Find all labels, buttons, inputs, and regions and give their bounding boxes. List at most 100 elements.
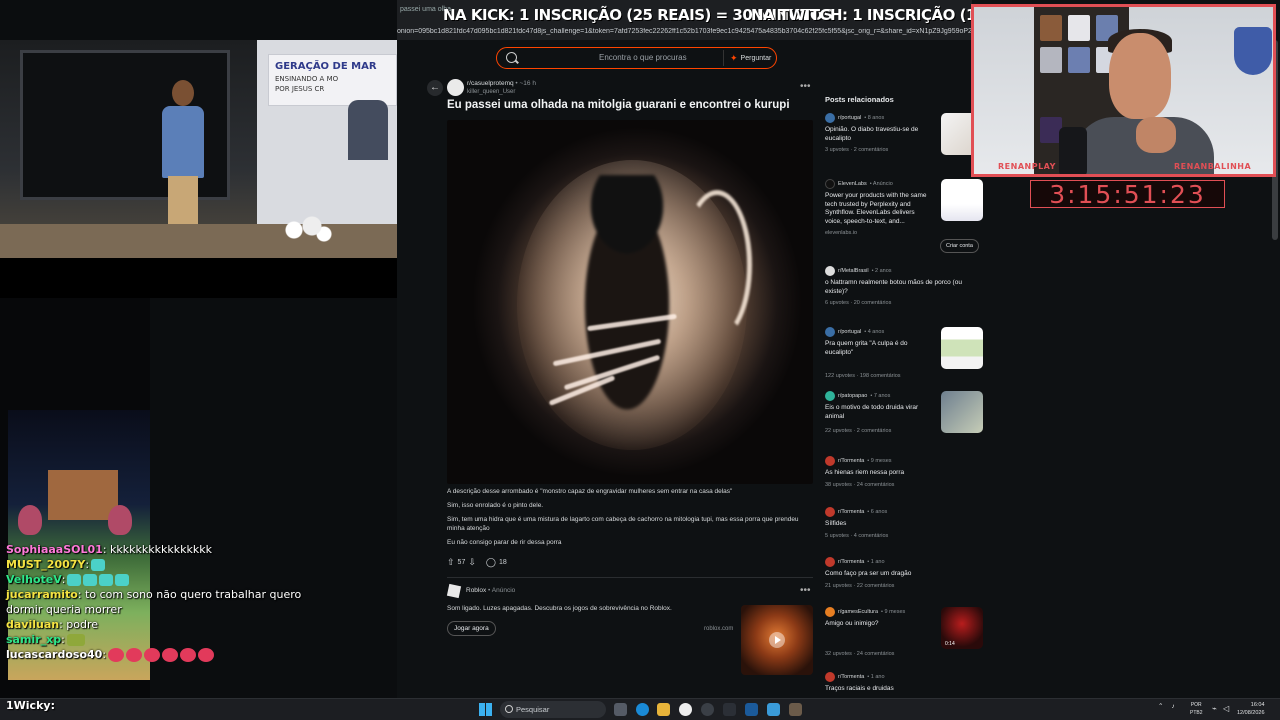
related-sub[interactable]: r/Tormenta [838, 509, 864, 515]
post-image[interactable] [447, 120, 813, 484]
related-title[interactable]: Eis o motivo de todo druida virar animal [825, 404, 933, 421]
url-text[interactable]: onion=095bc1d821fdc47d095bc1d821fdc47d8j… [397, 28, 972, 35]
related-post[interactable]: r/portugal • 8 anos Opinião. O diabo trav… [825, 113, 985, 155]
related-sub[interactable]: r/Tormenta [838, 559, 864, 565]
post-title: Eu passei uma olhada na mitolgia guarani… [447, 99, 790, 111]
related-sub[interactable]: r/patopapao [838, 393, 867, 399]
related-sub[interactable]: ElevenLabs [838, 181, 867, 187]
related-thumbnail[interactable] [941, 391, 983, 433]
upvote-icon[interactable]: ⇧ [447, 557, 455, 568]
windows-start-icon[interactable] [479, 703, 492, 716]
search-placeholder[interactable]: Encontra o que procuras [599, 53, 687, 62]
related-post[interactable]: r/Tormenta • 9 meses As hienas riem nessa… [825, 456, 985, 488]
related-sub[interactable]: r/MetalBrasil [838, 268, 869, 274]
related-sub[interactable]: r/Tormenta [838, 458, 864, 464]
back-arrow-icon[interactable]: ← [427, 80, 443, 96]
ask-button[interactable]: ✦ Perguntar [723, 50, 777, 66]
chat-user: jucarramito [6, 588, 78, 601]
more-options-icon[interactable]: ••• [800, 81, 811, 92]
subreddit-link[interactable]: r/casuelprotemq [467, 80, 514, 87]
emote-icon [180, 648, 197, 662]
roblox-logo[interactable] [446, 583, 462, 599]
downvote-icon[interactable]: ⇩ [468, 557, 476, 568]
chevron-up-icon[interactable]: ⌃ [1158, 702, 1163, 710]
related-title[interactable]: Power your products with the same tech t… [825, 192, 933, 226]
clock[interactable]: 16:04 12/08/2026 [1237, 701, 1265, 717]
chat-text: : [61, 633, 65, 646]
ad-name[interactable]: Roblox [466, 587, 486, 594]
kurupi-creature [567, 175, 687, 435]
language-indicator[interactable]: POR PTB2 [1190, 701, 1203, 717]
chat-user: lucascardoso40 [6, 648, 103, 661]
volume-icon[interactable]: ◁ [1223, 704, 1229, 713]
related-post[interactable]: r/Tormenta • 1 ano Como faço pra ser um d… [825, 557, 985, 589]
banner-line-1: GERAÇÃO DE MAR [275, 61, 377, 72]
related-post[interactable]: r/Tormenta • 1 ano Traços raciais e druid… [825, 672, 985, 694]
related-sub[interactable]: r/Tormenta [838, 674, 864, 680]
post-author[interactable]: killer_queen_User [467, 89, 515, 95]
chrome-icon[interactable] [679, 703, 692, 716]
related-age: • 6 anos [867, 509, 888, 515]
related-age: • 2 anos [871, 268, 892, 274]
related-post[interactable]: r/Tormenta • 6 anos Sílfides 5 upvotes · … [825, 507, 985, 539]
notepad-icon[interactable] [767, 703, 780, 716]
related-age: • 1 ano [867, 559, 885, 565]
related-title[interactable]: As hienas riem nessa porra [825, 469, 985, 478]
language-code: POR [1190, 702, 1202, 708]
emote-icon [108, 648, 125, 662]
folder-icon[interactable] [657, 703, 670, 716]
chat-message: jucarramito: to com sono não quero traba… [6, 587, 306, 617]
chat-text: : [102, 648, 107, 661]
taskbar-search[interactable]: Pesquisar [500, 701, 606, 718]
related-post[interactable]: r/portugal • 4 anos Pra quem grita "A cul… [825, 327, 985, 379]
related-thumbnail[interactable]: 0:14 [941, 607, 983, 649]
steam-icon[interactable] [745, 703, 758, 716]
related-sub[interactable]: r/gamesEcultura [838, 609, 878, 615]
network-icon[interactable]: ⌁ [1212, 704, 1217, 713]
related-post[interactable]: r/patopapao • 7 anos Eis o motivo de todo… [825, 391, 985, 434]
elevenlabs-icon [825, 179, 835, 189]
related-thumbnail[interactable] [941, 327, 983, 369]
post-paragraph: A descrição desse arrombado é "monstro c… [447, 488, 733, 495]
related-post[interactable]: r/gamesEcultura • 9 meses Amigo ou inimig… [825, 607, 985, 657]
edge-icon[interactable] [636, 703, 649, 716]
related-title[interactable]: Traços raciais e druidas [825, 685, 985, 694]
related-title[interactable]: Como faço pra ser um dragão [825, 570, 985, 579]
chat-message: MUST_2007Y: [6, 557, 306, 572]
related-title[interactable]: Opinião. O diabo travestiu-se de eucalip… [825, 126, 933, 143]
subreddit-icon [825, 113, 835, 123]
related-post-header: r/Tormenta • 1 ano [825, 672, 985, 682]
subreddit-icon [825, 557, 835, 567]
related-thumbnail[interactable] [941, 179, 983, 221]
chat-message: VelhoteV: [6, 572, 306, 587]
banner-line-2: ENSINANDO A MO [275, 75, 339, 83]
related-title[interactable]: Amigo ou inimigo? [825, 620, 933, 629]
microphone [1059, 127, 1087, 174]
ad-domain[interactable]: roblox.com [704, 626, 733, 632]
emote-icon [126, 648, 143, 662]
related-title[interactable]: Pra quem grita "A culpa é do eucalipto" [825, 340, 933, 357]
subreddit-avatar[interactable] [447, 79, 464, 96]
related-stats[interactable]: elevenlabs.io [825, 230, 985, 236]
related-sub[interactable]: r/portugal [838, 115, 861, 121]
capcut-icon[interactable] [723, 703, 736, 716]
reddit-search-bar[interactable]: Encontra o que procuras ✦ Perguntar [496, 47, 777, 69]
vote-control: ⇧ 57 ⇩ [447, 557, 476, 568]
obs-icon[interactable] [701, 703, 714, 716]
ad-video-thumbnail[interactable] [741, 605, 813, 675]
play-icon[interactable] [769, 632, 785, 648]
game-icon[interactable] [789, 703, 802, 716]
related-sub[interactable]: r/portugal [838, 329, 861, 335]
related-title[interactable]: Sílfides [825, 520, 985, 529]
microphone-icon[interactable]: ♪ [1171, 703, 1174, 710]
play-now-button[interactable]: Jogar agora [447, 621, 496, 636]
task-view-icon[interactable] [614, 703, 627, 716]
search-icon [506, 52, 517, 63]
subreddit-icon [825, 607, 835, 617]
related-post[interactable]: r/MetalBrasil • 2 anos o Nattramn realmen… [825, 266, 985, 306]
related-ad[interactable]: ElevenLabs • Anúncio Power your products … [825, 179, 985, 236]
comments-button[interactable]: ◯ 18 [486, 557, 507, 568]
related-title[interactable]: o Nattramn realmente botou mãos de porco… [825, 279, 985, 296]
ad-more-icon[interactable]: ••• [800, 585, 811, 596]
create-account-button[interactable]: Criar conta [940, 239, 979, 253]
